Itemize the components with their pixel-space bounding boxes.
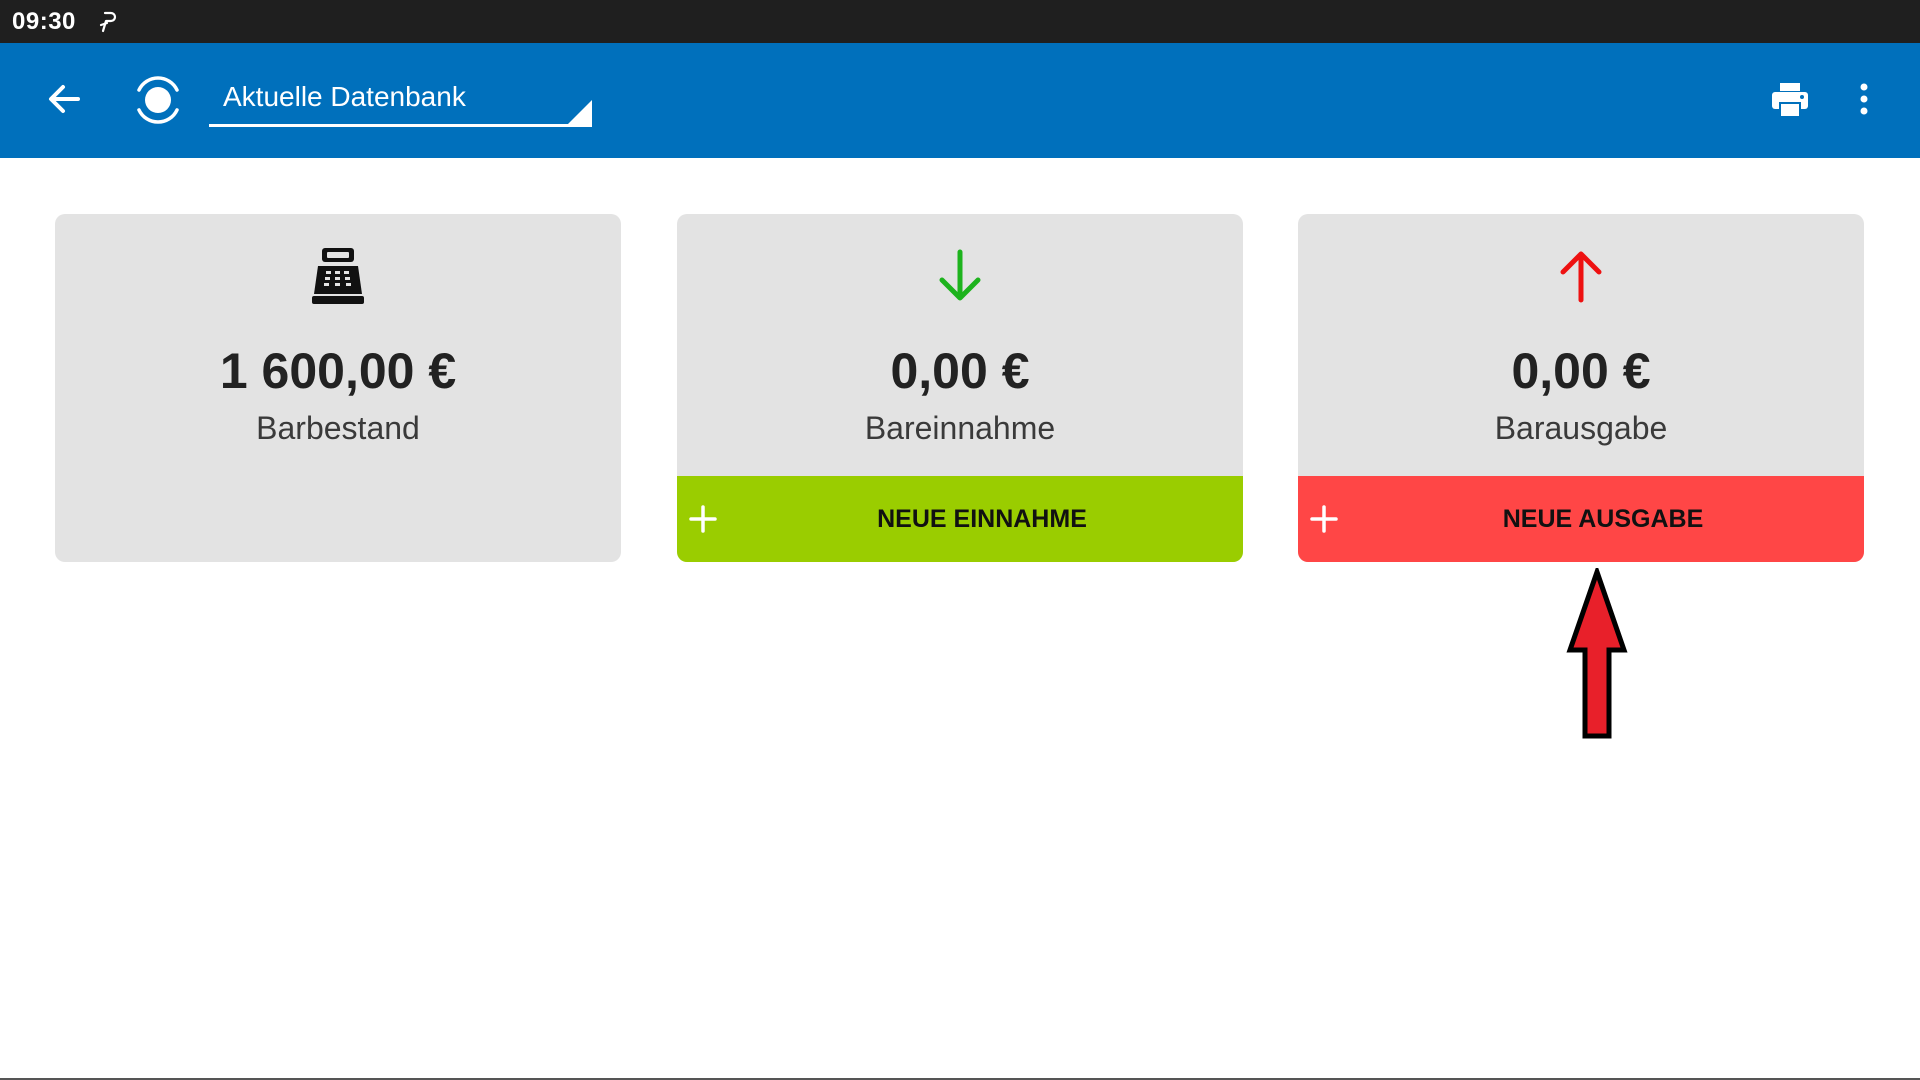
annotation-arrow-icon xyxy=(1566,568,1628,739)
card-barausgabe: 0,00 € Barausgabe NEUE AUSGABE xyxy=(1298,214,1864,562)
app-logo-icon xyxy=(137,76,179,124)
status-time: 09:30 xyxy=(12,7,76,35)
database-select-value: Aktuelle Datenbank xyxy=(223,81,466,112)
more-vertical-icon[interactable] xyxy=(1852,79,1876,119)
cash-balance-amount: 1 600,00 € xyxy=(219,343,457,399)
p-notification-icon xyxy=(99,11,116,32)
card-barbestand: 1 600,00 € Barbestand xyxy=(55,214,621,562)
status-bar: 09:30 xyxy=(0,0,1920,43)
app-bar: Aktuelle Datenbank xyxy=(0,43,1920,158)
new-income-label: NEUE EINNAHME xyxy=(877,505,1087,533)
dropdown-corner-icon xyxy=(568,100,592,124)
arrow-left-icon[interactable] xyxy=(44,79,84,119)
arrow-down-icon xyxy=(939,249,981,301)
cash-income-caption: Bareinnahme xyxy=(864,410,1056,446)
arrow-up-icon xyxy=(1560,251,1602,303)
new-income-button[interactable]: NEUE EINNAHME xyxy=(677,476,1243,562)
card-bareinnahme: 0,00 € Bareinnahme NEUE EINNAHME xyxy=(677,214,1243,562)
database-select[interactable]: Aktuelle Datenbank xyxy=(209,71,592,127)
new-expense-label: NEUE AUSGABE xyxy=(1502,505,1704,533)
cash-register-icon xyxy=(312,248,364,304)
new-expense-button[interactable]: NEUE AUSGABE xyxy=(1298,476,1864,562)
cash-expense-caption: Barausgabe xyxy=(1494,410,1668,446)
printer-icon[interactable] xyxy=(1770,81,1810,119)
cash-income-amount: 0,00 € xyxy=(890,343,1030,399)
cash-expense-amount: 0,00 € xyxy=(1511,343,1651,399)
cash-balance-caption: Barbestand xyxy=(256,410,420,446)
